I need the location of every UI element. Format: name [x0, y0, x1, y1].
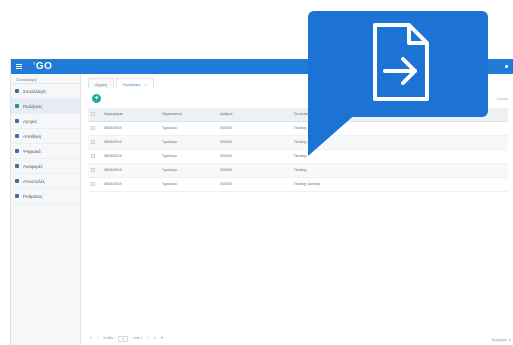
cell-number: 000000 — [217, 163, 291, 178]
cell-number: 000000 — [217, 149, 291, 164]
pagination: « ‹ Σελίδα 1 από 1 › » ⟳ — [90, 336, 164, 342]
sidebar: Συναλλαγές Συναλλαγές Πωλήσεις Αγορές Απ… — [11, 74, 81, 345]
page-total-label: από 1 — [133, 336, 143, 340]
cell-number: 000000 — [217, 177, 291, 192]
list-icon — [15, 89, 19, 93]
column-header[interactable]: Παραστατικό — [159, 108, 217, 122]
callout-tail — [308, 112, 358, 156]
row-checkbox[interactable] — [88, 135, 101, 150]
refresh-icon[interactable]: ⟳ — [161, 336, 164, 342]
app-logo: 'GO — [33, 61, 53, 72]
cell-document: Τιμολόγιο — [159, 135, 217, 150]
cell-customer: Πελάτης λιανικής — [291, 177, 508, 192]
cell-date: 08/05/2019 — [101, 135, 159, 150]
digital-icon — [15, 149, 19, 153]
column-header[interactable]: Αριθμός — [217, 108, 291, 122]
sidebar-item-digital[interactable]: Ψηφιακά — [11, 144, 80, 159]
next-page-button[interactable]: › — [148, 336, 149, 342]
last-page-button[interactable]: » — [154, 336, 156, 342]
sales-icon — [15, 104, 19, 108]
cell-date: 08/05/2019 — [101, 121, 159, 136]
sidebar-item-shipping[interactable]: Αποστολές — [11, 174, 80, 189]
totals-label: Σύνολο — [496, 97, 508, 101]
sidebar-item-purchases[interactable]: Αγορές — [11, 114, 80, 129]
row-checkbox[interactable] — [88, 177, 101, 192]
sales-table: Ημερομηνία Παραστατικό Αριθμός Συναλλασσ… — [88, 108, 508, 192]
table-row[interactable]: 08/05/2019 Τιμολόγιο 000000 Πελάτης — [88, 121, 508, 136]
first-page-button[interactable]: « — [90, 336, 92, 342]
warehouse-icon — [15, 134, 19, 138]
window-control-icon[interactable] — [505, 65, 508, 68]
table-row[interactable]: 08/05/2019 Τιμολόγιο 000000 Πελάτης — [88, 149, 508, 164]
select-all-checkbox[interactable] — [88, 108, 101, 122]
close-icon[interactable]: × — [144, 82, 146, 87]
table-row[interactable]: 08/05/2019 Τιμολόγιο 000000 Πελάτης — [88, 163, 508, 178]
export-file-icon — [373, 23, 429, 101]
sidebar-item-warehouse[interactable]: Αποθήκη — [11, 129, 80, 144]
cell-date: 08/05/2019 — [101, 177, 159, 192]
row-checkbox[interactable] — [88, 163, 101, 178]
sidebar-item-settings[interactable]: Ρυθμίσεις — [11, 189, 80, 204]
row-checkbox[interactable] — [88, 121, 101, 136]
cell-document: Τιμολόγιο — [159, 149, 217, 164]
row-checkbox[interactable] — [88, 149, 101, 164]
purchases-icon — [15, 119, 19, 123]
column-header[interactable]: Ημερομηνία — [101, 108, 159, 122]
cell-date: 08/05/2019 — [101, 163, 159, 178]
reports-icon — [15, 164, 19, 168]
cell-number: 000000 — [217, 135, 291, 150]
shipping-icon — [15, 179, 19, 183]
table-row[interactable]: 08/05/2019 Τιμολόγιο 000000 Πελάτης λιαν… — [88, 135, 508, 150]
tab-sales[interactable]: Πωλήσεις × — [116, 78, 154, 88]
cell-date: 08/05/2019 — [101, 149, 159, 164]
records-summary: Εγγραφές: 5 — [491, 338, 511, 342]
cell-document: Τιμολόγιο — [159, 121, 217, 136]
prev-page-button[interactable]: ‹ — [97, 336, 98, 342]
sidebar-item-sales[interactable]: Πωλήσεις — [11, 99, 80, 114]
sidebar-item-reports[interactable]: Αναφορές — [11, 159, 80, 174]
cell-document: Τιμολόγιο — [159, 163, 217, 178]
hamburger-menu-icon[interactable] — [16, 64, 22, 69]
cell-document: Τιμολόγιο — [159, 177, 217, 192]
tab-home[interactable]: Αρχική — [88, 78, 115, 88]
sidebar-item-transactions[interactable]: Συναλλαγές — [11, 84, 80, 99]
settings-icon — [15, 194, 19, 198]
cell-customer: Πελάτης — [291, 163, 508, 178]
table-row[interactable]: 08/05/2019 Τιμολόγιο 000000 Πελάτης λιαν… — [88, 177, 508, 192]
page-label: Σελίδα — [103, 336, 114, 340]
add-button[interactable]: + — [92, 94, 101, 103]
sidebar-header: Συναλλαγές — [11, 74, 80, 84]
page-number-input[interactable]: 1 — [118, 336, 129, 342]
cell-number: 000000 — [217, 121, 291, 136]
tab-bar: Αρχική Πωλήσεις × — [88, 78, 156, 88]
